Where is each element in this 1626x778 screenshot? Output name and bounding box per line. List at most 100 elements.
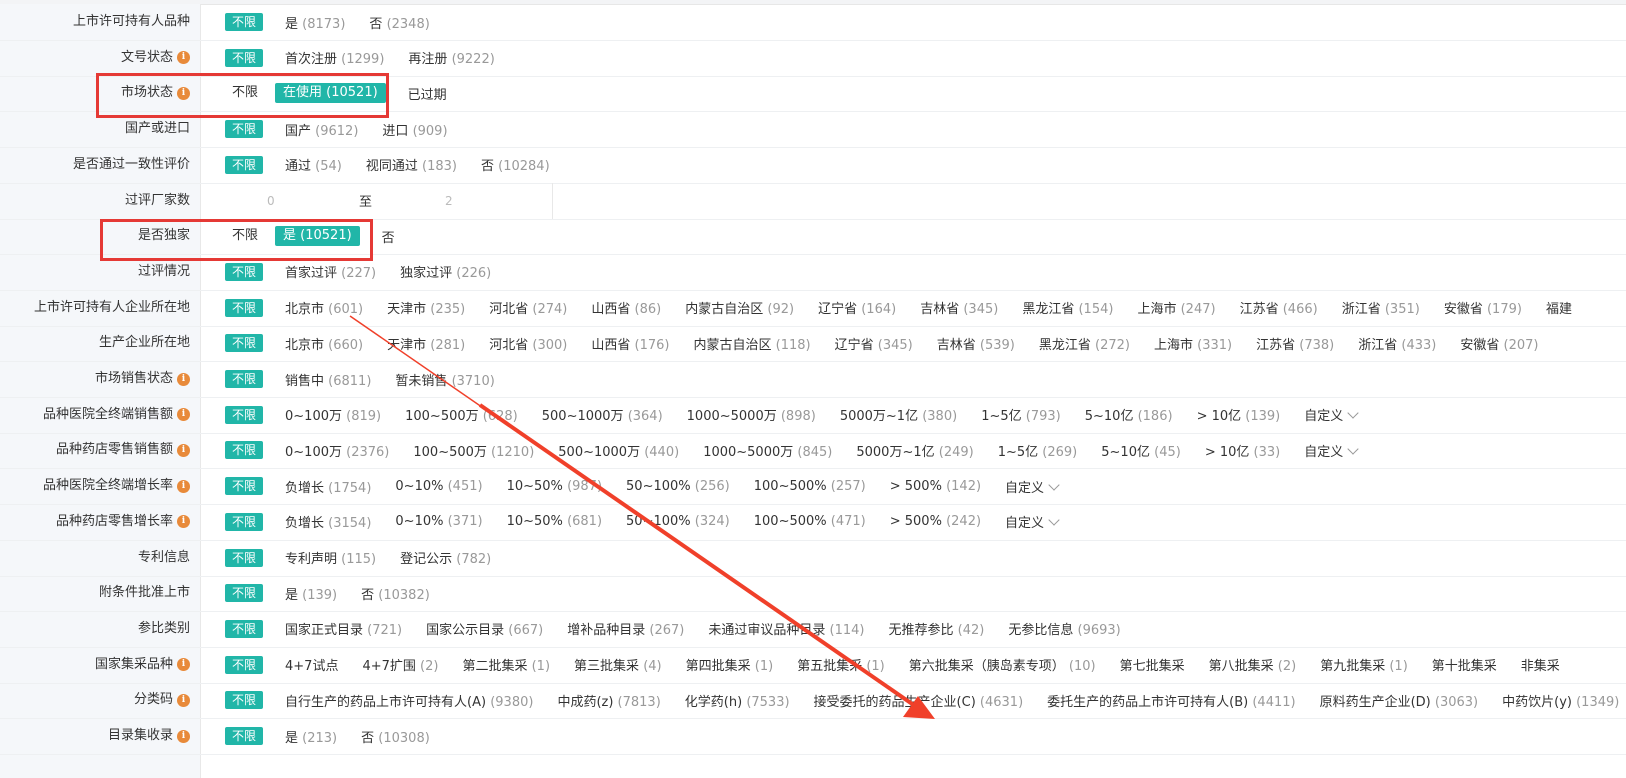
filter-option[interactable]: 自定义: [1304, 441, 1359, 460]
filter-option[interactable]: 负增长 (3154): [285, 512, 371, 531]
filter-option[interactable]: 上海市 (331): [1154, 334, 1232, 353]
option-unlimited[interactable]: 不限: [225, 512, 264, 531]
info-icon[interactable]: i: [177, 408, 190, 422]
info-icon[interactable]: i: [177, 515, 190, 529]
option-unlimited[interactable]: 不限: [225, 370, 264, 388]
filter-option[interactable]: 否 (10382): [361, 584, 430, 603]
filter-option[interactable]: 再注册 (9222): [408, 48, 494, 67]
filter-option[interactable]: 否 (10284): [481, 155, 550, 174]
option-unlimited[interactable]: 不限: [225, 13, 264, 31]
filter-option[interactable]: 委托生产的药品上市许可持有人(B) (4411): [1047, 691, 1295, 710]
filter-option[interactable]: 国产 (9612): [285, 120, 358, 139]
filter-option[interactable]: 第二批集采 (1): [462, 655, 550, 674]
filter-option[interactable]: 1000~5000万 (845): [703, 441, 832, 460]
filter-option[interactable]: 中药饮片(y) (1349): [1502, 691, 1619, 710]
filter-option[interactable]: 上海市 (247): [1137, 298, 1215, 317]
filter-option[interactable]: > 500% (142): [890, 479, 981, 494]
filter-option[interactable]: 独家过评 (226): [400, 262, 491, 281]
filter-option[interactable]: 自定义: [1005, 512, 1060, 531]
filter-option[interactable]: 国家正式目录 (721): [285, 619, 402, 638]
filter-option[interactable]: 无推荐参比 (42): [889, 619, 985, 638]
info-icon[interactable]: i: [177, 479, 190, 493]
filter-option[interactable]: 4+7试点: [285, 655, 338, 674]
option-unlimited[interactable]: 不限: [225, 691, 264, 710]
filter-option[interactable]: 第九批集采 (1): [1320, 655, 1408, 674]
filter-option[interactable]: 500~1000万 (364): [542, 405, 663, 424]
range-from-input[interactable]: 0: [267, 194, 275, 208]
filter-option[interactable]: 北京市 (601): [285, 298, 363, 317]
filter-option[interactable]: 4+7扩围 (2): [362, 655, 438, 674]
filter-option[interactable]: 国家公示目录 (667): [426, 619, 543, 638]
option-unlimited[interactable]: 不限: [225, 262, 264, 281]
option-unlimited[interactable]: 不限: [225, 405, 264, 424]
filter-option[interactable]: 视同通过 (183): [366, 155, 457, 174]
filter-option[interactable]: 否 (10308): [361, 727, 430, 746]
filter-option[interactable]: 内蒙古自治区 (92): [685, 298, 794, 317]
filter-option[interactable]: 100~500万 (628): [405, 405, 518, 424]
filter-option[interactable]: 自定义: [1005, 477, 1060, 496]
filter-option[interactable]: 销售中 (6811): [285, 370, 371, 389]
filter-option[interactable]: 自行生产的药品上市许可持有人(A) (9380): [285, 691, 533, 710]
filter-option[interactable]: 登记公示 (782): [400, 548, 491, 567]
filter-option[interactable]: 第三批集采 (4): [574, 655, 662, 674]
info-icon[interactable]: i: [177, 443, 190, 457]
filter-option[interactable]: 山西省 (176): [591, 334, 669, 353]
filter-option[interactable]: 0~100万 (2376): [285, 441, 389, 460]
filter-option[interactable]: 天津市 (235): [387, 298, 465, 317]
filter-option[interactable]: 第十批集采: [1432, 655, 1497, 674]
filter-option[interactable]: 50~100% (256): [626, 479, 730, 494]
filter-option[interactable]: 增补品种目录 (267): [567, 619, 684, 638]
filter-option[interactable]: 1000~5000万 (898): [687, 405, 816, 424]
filter-option[interactable]: 第八批集采 (2): [1209, 655, 1297, 674]
filter-option[interactable]: 化学药(h) (7533): [685, 691, 790, 710]
filter-option[interactable]: 第五批集采 (1): [797, 655, 885, 674]
option-unlimited[interactable]: 不限: [225, 441, 264, 460]
filter-option[interactable]: 福建: [1546, 298, 1572, 317]
filter-option[interactable]: 通过 (54): [285, 155, 342, 174]
filter-option[interactable]: 第六批集采（胰岛素专项） (10): [909, 655, 1096, 674]
filter-option[interactable]: 10~50% (987): [507, 479, 602, 494]
filter-option[interactable]: 中成药(z) (7813): [557, 691, 660, 710]
filter-option[interactable]: 已过期: [408, 84, 447, 103]
option-unlimited[interactable]: 不限: [225, 155, 264, 174]
filter-option[interactable]: 进口 (909): [382, 120, 447, 139]
filter-option[interactable]: 负增长 (1754): [285, 477, 371, 496]
filter-option[interactable]: 内蒙古自治区 (118): [694, 334, 811, 353]
filter-option[interactable]: > 10亿 (139): [1197, 405, 1281, 424]
filter-option[interactable]: 吉林省 (539): [937, 334, 1015, 353]
filter-option[interactable]: 原料药生产企业(D) (3063): [1320, 691, 1479, 710]
filter-option[interactable]: 100~500% (257): [754, 479, 866, 494]
filter-option[interactable]: 是 (213): [285, 727, 337, 746]
filter-option[interactable]: 首次注册 (1299): [285, 48, 384, 67]
filter-option[interactable]: 浙江省 (351): [1342, 298, 1420, 317]
filter-option[interactable]: 北京市 (660): [285, 334, 363, 353]
info-icon[interactable]: i: [177, 693, 190, 707]
filter-option[interactable]: 50~100% (324): [626, 514, 730, 529]
filter-option[interactable]: 100~500% (471): [754, 514, 866, 529]
filter-option[interactable]: 辽宁省 (345): [835, 334, 913, 353]
info-icon[interactable]: i: [177, 658, 190, 672]
info-icon[interactable]: i: [177, 372, 190, 386]
filter-option[interactable]: 0~100万 (819): [285, 405, 381, 424]
filter-option[interactable]: 河北省 (300): [489, 334, 567, 353]
filter-option[interactable]: 非集采: [1521, 655, 1560, 674]
filter-option[interactable]: 5000万~1亿 (249): [856, 441, 973, 460]
filter-option[interactable]: 首家过评 (227): [285, 262, 376, 281]
filter-option[interactable]: 否: [382, 227, 395, 246]
filter-option[interactable]: 黑龙江省 (154): [1022, 298, 1113, 317]
filter-option[interactable]: 是 (139): [285, 584, 337, 603]
filter-option[interactable]: 专利声明 (115): [285, 548, 376, 567]
filter-option[interactable]: 未通过审议品种目录 (114): [708, 619, 864, 638]
info-icon[interactable]: i: [177, 729, 190, 743]
filter-option[interactable]: 5~10亿 (45): [1101, 441, 1181, 460]
filter-option[interactable]: 接受委托的药品生产企业(C) (4631): [814, 691, 1024, 710]
filter-option[interactable]: 安徽省 (207): [1460, 334, 1538, 353]
filter-option[interactable]: 1~5亿 (269): [998, 441, 1078, 460]
filter-option[interactable]: > 500% (242): [890, 514, 981, 529]
filter-option[interactable]: 辽宁省 (164): [818, 298, 896, 317]
info-icon[interactable]: i: [177, 51, 190, 65]
filter-option[interactable]: 5~10亿 (186): [1085, 405, 1173, 424]
option-unlimited[interactable]: 不限: [225, 334, 264, 353]
filter-option[interactable]: 暂未销售 (3710): [395, 370, 494, 389]
filter-option[interactable]: 安徽省 (179): [1444, 298, 1522, 317]
